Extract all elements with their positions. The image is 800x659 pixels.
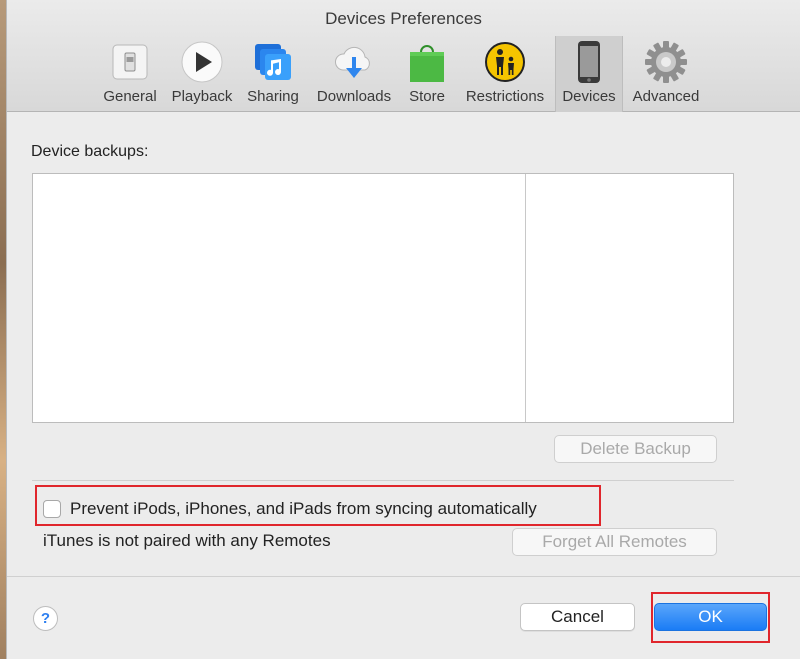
- tab-store[interactable]: Store: [403, 36, 451, 112]
- preferences-window: Devices Preferences General Playback Sha…: [6, 0, 800, 659]
- devices-pane: Device backups: Delete Backup Prevent iP…: [7, 113, 800, 659]
- iphone-icon: [566, 40, 612, 84]
- music-library-icon: [250, 40, 296, 84]
- ok-button[interactable]: OK: [654, 603, 767, 631]
- tab-devices[interactable]: Devices: [555, 36, 623, 112]
- preferences-toolbar: General Playback Sharing Downloads Store…: [7, 36, 800, 112]
- tab-advanced-label: Advanced: [632, 88, 700, 105]
- prevent-sync-label[interactable]: Prevent iPods, iPhones, and iPads from s…: [70, 499, 537, 519]
- titlebar: Devices Preferences General Playback Sha…: [7, 0, 800, 112]
- tab-store-label: Store: [409, 88, 445, 105]
- tab-devices-label: Devices: [562, 88, 616, 105]
- remotes-status-text: iTunes is not paired with any Remotes: [43, 531, 331, 550]
- prevent-sync-checkbox[interactable]: [43, 500, 61, 518]
- tab-downloads-label: Downloads: [316, 88, 392, 105]
- footer-divider: [7, 576, 800, 577]
- help-button[interactable]: ?: [33, 606, 58, 631]
- tab-downloads[interactable]: Downloads: [311, 36, 397, 112]
- parental-controls-icon: [482, 40, 528, 84]
- tab-playback[interactable]: Playback: [167, 36, 237, 112]
- cloud-download-icon: [331, 40, 377, 84]
- backups-date-column[interactable]: [527, 174, 733, 422]
- tab-sharing-label: Sharing: [247, 88, 299, 105]
- shopping-bag-icon: [404, 40, 450, 84]
- device-backups-list[interactable]: [32, 173, 734, 423]
- backups-name-column[interactable]: [33, 174, 526, 422]
- tab-general-label: General: [103, 88, 157, 105]
- delete-backup-button[interactable]: Delete Backup: [554, 435, 717, 463]
- forget-all-remotes-button[interactable]: Forget All Remotes: [512, 528, 717, 556]
- tab-sharing[interactable]: Sharing: [243, 36, 303, 112]
- tab-advanced[interactable]: Advanced: [627, 36, 705, 112]
- window-title: Devices Preferences: [325, 9, 482, 28]
- tab-general[interactable]: General: [97, 36, 163, 112]
- cancel-button[interactable]: Cancel: [520, 603, 635, 631]
- backups-heading: Device backups:: [31, 143, 149, 160]
- switch-icon: [107, 40, 153, 84]
- tab-playback-label: Playback: [171, 88, 233, 105]
- divider: [32, 480, 734, 481]
- play-icon: [179, 40, 225, 84]
- gear-icon: [643, 40, 689, 84]
- prevent-sync-row[interactable]: Prevent iPods, iPhones, and iPads from s…: [43, 497, 537, 521]
- tab-restrictions-label: Restrictions: [465, 88, 545, 105]
- tab-restrictions[interactable]: Restrictions: [459, 36, 551, 112]
